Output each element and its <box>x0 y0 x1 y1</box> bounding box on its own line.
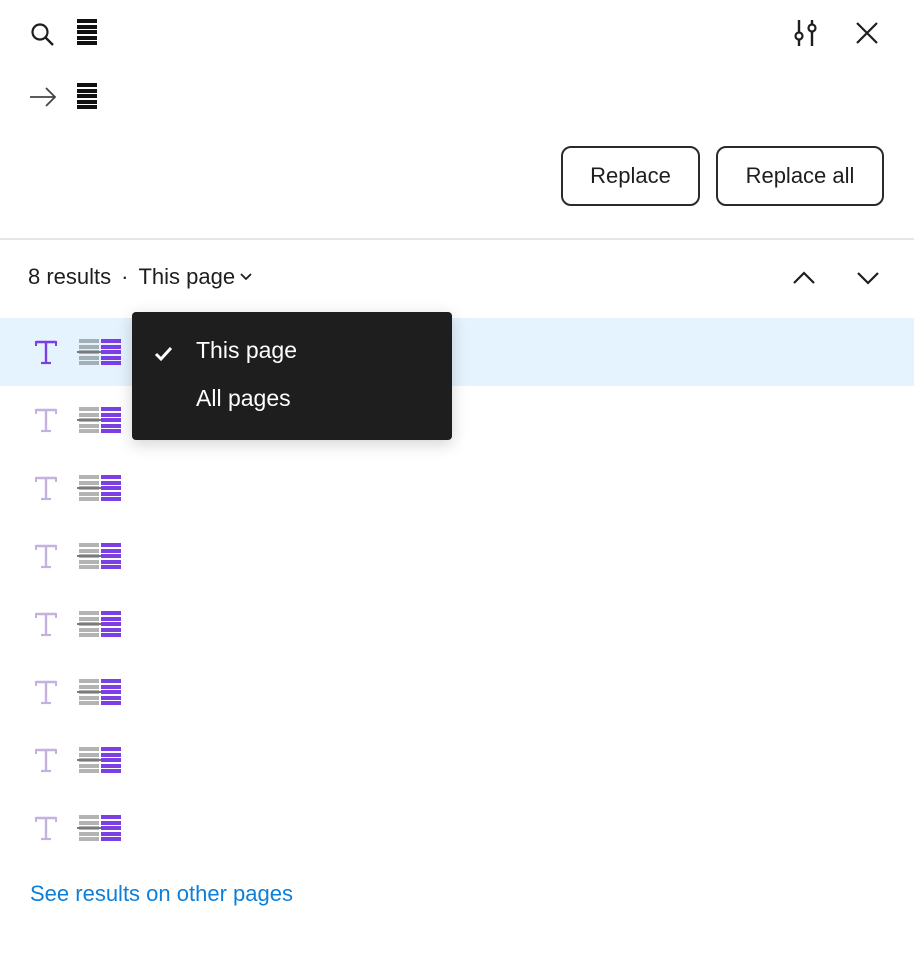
replacement-text <box>101 611 121 637</box>
result-row[interactable] <box>0 658 914 726</box>
strikethrough <box>77 759 101 761</box>
results-count: 8 results <box>28 264 112 289</box>
scope-option-label: This page <box>196 336 298 363</box>
search-settings-button[interactable] <box>790 18 820 48</box>
result-row[interactable] <box>0 590 914 658</box>
replacement-text <box>101 339 121 365</box>
scope-option-label: All pages <box>196 384 291 411</box>
replacement-text <box>101 475 121 501</box>
replacement-text <box>101 679 121 705</box>
text-layer-icon <box>35 680 57 705</box>
results-bar: 8 results · This page <box>0 258 914 298</box>
previous-result-button[interactable] <box>788 262 820 294</box>
strikethrough <box>77 487 101 489</box>
text-layer-icon <box>35 748 57 773</box>
find-row <box>0 12 914 52</box>
scope-select-label: This page <box>138 264 236 289</box>
result-row[interactable] <box>0 726 914 794</box>
text-layer-icon <box>35 612 57 637</box>
strikethrough <box>77 555 101 557</box>
replacement-text <box>101 747 121 773</box>
close-button[interactable] <box>852 18 882 48</box>
see-results-other-pages-link[interactable]: See results on other pages <box>30 881 293 907</box>
replacement-text <box>101 815 121 841</box>
text-layer-icon <box>35 408 57 433</box>
strikethrough <box>77 691 101 693</box>
text-layer-icon <box>35 816 57 841</box>
next-result-button[interactable] <box>852 262 884 294</box>
replace-all-button[interactable]: Replace all <box>716 146 884 206</box>
find-input[interactable] <box>77 19 97 45</box>
scope-select[interactable]: This page <box>138 264 253 290</box>
chevron-down-icon <box>240 273 252 281</box>
strikethrough <box>77 419 101 421</box>
divider <box>0 238 914 240</box>
strikethrough <box>77 827 101 829</box>
strikethrough <box>77 351 101 353</box>
replace-button[interactable]: Replace <box>561 146 700 206</box>
scope-option[interactable]: This page <box>132 332 452 380</box>
separator: · <box>121 264 129 289</box>
result-row[interactable] <box>0 794 914 862</box>
close-icon <box>856 22 878 44</box>
replacement-text <box>101 407 121 433</box>
scope-dropdown: This page All pages <box>132 312 452 440</box>
replace-row <box>0 76 914 116</box>
replacement-text <box>101 543 121 569</box>
result-row[interactable] <box>0 522 914 590</box>
text-layer-icon <box>35 476 57 501</box>
replace-input[interactable] <box>77 83 97 109</box>
sliders-icon <box>794 20 817 46</box>
strikethrough <box>77 623 101 625</box>
scope-option[interactable]: All pages <box>132 380 452 428</box>
checkmark-icon <box>154 346 173 362</box>
search-icon <box>28 20 58 50</box>
result-row[interactable] <box>0 454 914 522</box>
arrow-right-icon <box>28 82 58 112</box>
chevron-up-icon <box>793 271 815 284</box>
text-layer-icon <box>35 544 57 569</box>
text-layer-icon <box>35 340 57 365</box>
chevron-down-icon <box>857 272 879 285</box>
